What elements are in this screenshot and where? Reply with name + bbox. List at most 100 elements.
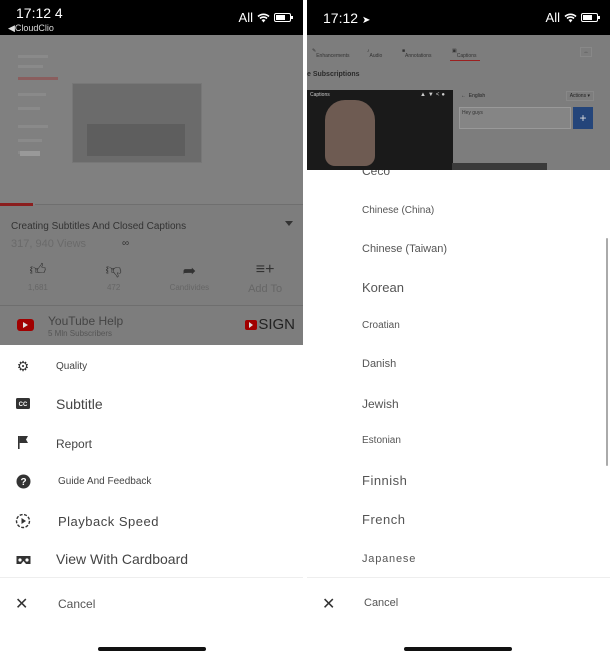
share-label: Candivides [169, 283, 210, 292]
share-button[interactable]: ➦ Candivides [152, 261, 228, 295]
video-title: Creating Subtitles And Closed Captions [11, 221, 187, 232]
menu-item-guide-feedback[interactable]: ? Guide And Feedback [0, 463, 303, 502]
thumbs-down-icon: 👎︎ [105, 262, 122, 279]
editor-video-preview[interactable]: Captions ▲▼<● [307, 90, 453, 170]
language-item[interactable]: Finnish [362, 473, 407, 488]
video-preview-label: Captions [310, 92, 330, 98]
tab-label: Audio [369, 53, 383, 59]
add-to-playlist-icon: ≡+ [255, 261, 275, 278]
video-thumbnail [72, 83, 202, 163]
divider [307, 577, 610, 578]
time-label: 17:12 [323, 10, 359, 26]
scrollbar[interactable] [606, 238, 608, 466]
video-page-dimmed: Creating Subtitles And Closed Captions 3… [0, 35, 303, 345]
left-screen: 17:12 4 ◀CloudClio All Creating Subtitle… [0, 0, 303, 657]
actions-label: Actions [569, 93, 587, 99]
language-item[interactable]: Jewish [362, 397, 399, 411]
menu-item-label: Report [56, 437, 93, 451]
status-icons: All [238, 10, 293, 25]
cancel-button[interactable]: ✕ Cancel [307, 584, 610, 624]
expand-description-icon[interactable] [285, 221, 293, 226]
divider [0, 305, 303, 306]
like-button[interactable]: 👍︎ 1,681 [0, 261, 76, 295]
svg-text:?: ? [20, 477, 26, 488]
subscribe-button[interactable]: SIGN [245, 316, 295, 333]
divider [0, 577, 303, 578]
back-to-app-link[interactable]: ◀CloudClio [8, 23, 54, 34]
tab-label: Enhancements [316, 53, 350, 59]
actions-dropdown[interactable]: Actions ▾ [565, 91, 594, 101]
tab-label: Annotations [405, 53, 432, 59]
flag-icon [15, 435, 31, 451]
cancel-label: Cancel [58, 597, 96, 611]
cancel-button[interactable]: ✕ Cancel [0, 584, 303, 624]
status-bar: 17:12 ➤ All [307, 0, 610, 35]
language-item[interactable]: Japanese [362, 553, 416, 565]
language-list: Ceco Chinese (China) Chinese (Taiwan) Ko… [307, 170, 610, 577]
caption-language: ← English [461, 93, 486, 99]
channel-avatar-youtube-icon [17, 319, 34, 331]
video-player[interactable] [0, 35, 303, 206]
menu-item-label: Quality [56, 361, 88, 372]
tab-label: Captions [456, 53, 477, 59]
tab-captions[interactable]: ▣ Captions [452, 48, 476, 59]
language-item[interactable]: Ceco [362, 170, 390, 178]
tab-enhancements[interactable]: ✎ Enhancements [312, 48, 350, 59]
editor-heading: e Subscriptions [307, 71, 360, 78]
language-item[interactable]: Chinese (China) [362, 205, 434, 216]
add-to-label: Add To [248, 283, 283, 295]
language-item[interactable]: French [362, 512, 405, 527]
menu-item-report[interactable]: Report [0, 424, 303, 463]
caption-editor-dimmed: ✎ Enhancements ♪ Audio ■ Annotations ▣ C… [307, 35, 610, 170]
cardboard-icon [15, 552, 31, 568]
status-time: 17:12 ➤ [323, 10, 370, 26]
wifi-icon [564, 13, 577, 22]
playback-speed-icon [15, 513, 31, 529]
collapse-button[interactable]: ↔ [580, 47, 592, 57]
battery-icon [274, 13, 293, 22]
home-indicator[interactable] [98, 647, 206, 651]
language-item[interactable]: Korean [362, 280, 404, 295]
link-icon: ∞ [122, 238, 130, 249]
status-icons: All [545, 10, 600, 25]
language-item[interactable]: Danish [362, 358, 396, 370]
menu-item-label: View With Cardboard [56, 551, 189, 567]
language-item[interactable]: Chinese (Taiwan) [362, 243, 447, 255]
like-count: 1,681 [27, 283, 48, 292]
language-item[interactable]: Croatian [362, 320, 400, 331]
tab-audio[interactable]: ♪ Audio [367, 48, 382, 59]
closed-captions-icon: CC [15, 396, 31, 412]
status-time: 17:12 4 [16, 5, 63, 21]
menu-item-quality[interactable]: ⚙ Quality [0, 347, 303, 386]
caption-text-input[interactable]: Hey guys [459, 107, 571, 129]
cancel-label: Cancel [364, 597, 399, 609]
thumbs-up-icon: 👍︎ [29, 262, 47, 279]
dislike-count: 472 [106, 283, 121, 292]
carrier-label: All [545, 10, 560, 25]
home-indicator[interactable] [404, 647, 512, 651]
subscriber-count: 5 Mln Subscribers [48, 329, 113, 338]
gear-icon: ⚙ [16, 358, 30, 374]
language-item[interactable]: Estonian [362, 435, 401, 446]
menu-item-cardboard[interactable]: View With Cardboard [0, 541, 303, 580]
help-icon: ? [15, 474, 31, 490]
menu-item-label: Playback Speed [58, 514, 159, 529]
svg-text:CC: CC [19, 402, 28, 408]
menu-item-subtitle[interactable]: CC Subtitle [0, 385, 303, 424]
subscribe-label: SIGN [258, 316, 295, 333]
video-progress-track[interactable] [35, 204, 303, 205]
view-count: 317, 940 Views [11, 238, 87, 250]
carrier-label: All [238, 10, 253, 25]
channel-row[interactable]: YouTube Help 5 Mln Subscribers SIGN [0, 307, 303, 345]
add-caption-button[interactable]: + [573, 107, 593, 129]
add-to-playlist-button[interactable]: ≡+ Add To [227, 261, 303, 295]
menu-item-playback-speed[interactable]: Playback Speed [0, 502, 303, 541]
video-toolbar-icons: ▲▼<● [419, 92, 447, 98]
tab-annotations[interactable]: ■ Annotations [402, 48, 431, 59]
dislike-button[interactable]: 👎︎ 472 [76, 261, 152, 295]
video-progress-bar[interactable] [0, 203, 34, 206]
menu-item-label: Guide And Feedback [58, 476, 152, 487]
options-sheet: ⚙ Quality CC Subtitle Report ? Guide And… [0, 345, 303, 657]
share-icon: ➦ [182, 263, 197, 280]
status-bar: 17:12 4 ◀CloudClio All [0, 0, 303, 35]
